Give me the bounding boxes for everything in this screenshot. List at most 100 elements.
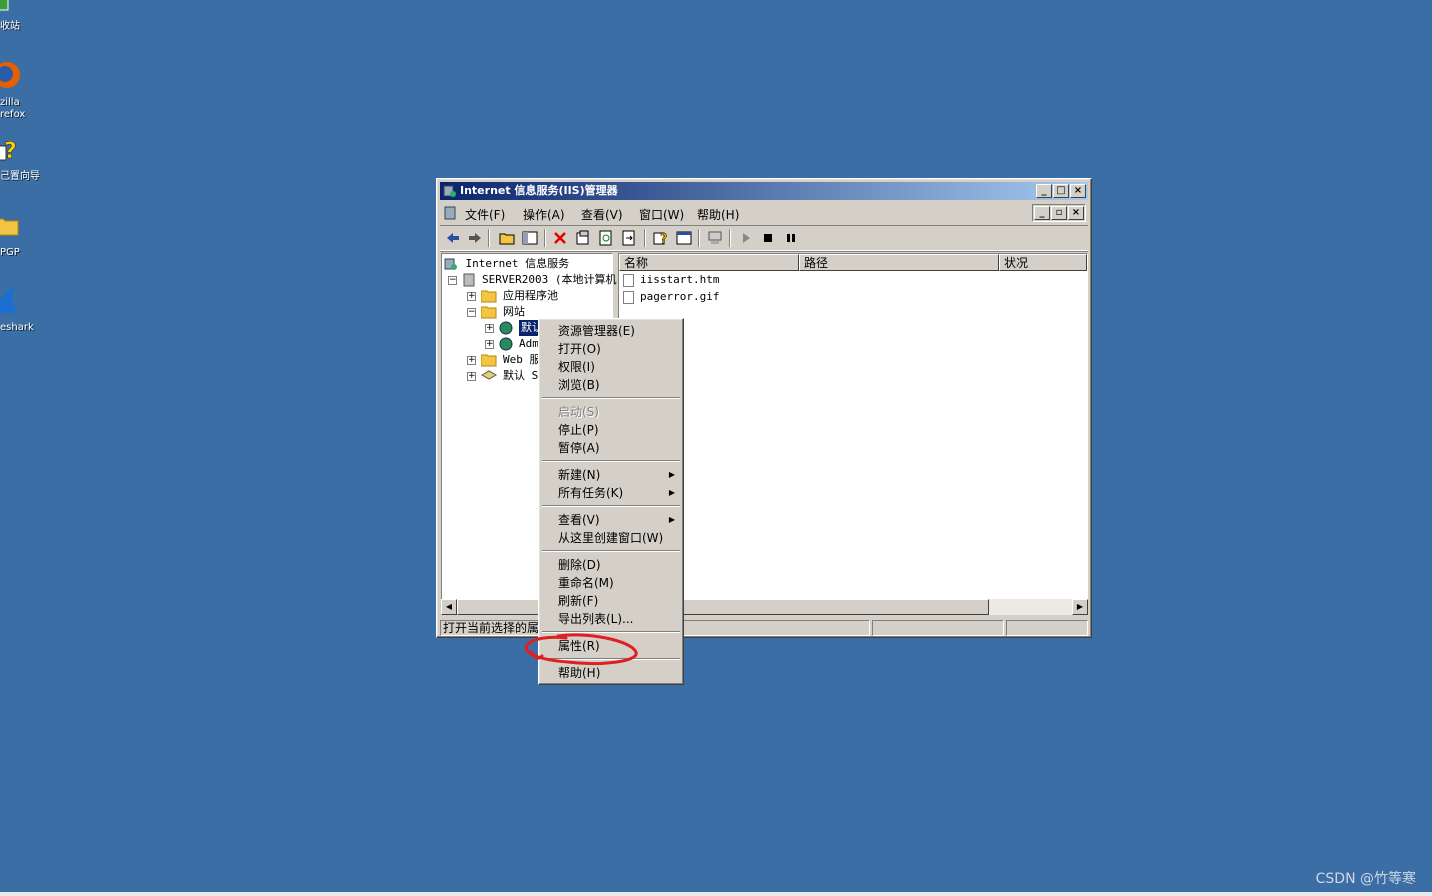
firefox-icon: [0, 62, 20, 88]
stop-icon[interactable]: [759, 229, 777, 247]
tree-label: Web 服: [503, 353, 541, 366]
help-icon[interactable]: ?: [652, 229, 670, 247]
child-minimize-button[interactable]: _: [1034, 206, 1050, 220]
iis-manager-window: Internet 信息服务(IIS)管理器 _ □ × 文件(F) 操作(A) …: [436, 178, 1092, 638]
tree-label: Adm: [519, 337, 539, 350]
tree-item-iis-root[interactable]: Internet 信息服务: [444, 256, 569, 272]
column-header-status[interactable]: 状况: [999, 254, 1087, 271]
list-item[interactable]: iisstart.htm: [623, 272, 719, 288]
iis-app-icon: [443, 185, 456, 197]
column-header-path[interactable]: 路径: [799, 254, 999, 271]
scroll-right-button[interactable]: ▶: [1072, 599, 1088, 615]
menu-item-all-tasks[interactable]: 所有任务(K) ▶: [541, 484, 681, 502]
export-list-icon[interactable]: [620, 229, 638, 247]
list-item[interactable]: pagerror.gif: [623, 289, 719, 305]
wireshark-icon: [0, 287, 18, 313]
window-titlebar[interactable]: Internet 信息服务(IIS)管理器 _ □ ×: [440, 182, 1088, 200]
menu-item-new-window-from-here[interactable]: 从这里创建窗口(W): [541, 529, 681, 547]
menu-item-export-list[interactable]: 导出列表(L)...: [541, 610, 681, 628]
menu-window[interactable]: 窗口(W): [639, 206, 684, 223]
menu-view[interactable]: 查看(V): [581, 206, 623, 223]
server-icon: [463, 273, 475, 287]
scroll-thumb[interactable]: [457, 599, 989, 615]
result-list[interactable]: 名称 路径 状况 iisstart.htm pagerror.gif: [618, 253, 1088, 613]
menu-item-label: 查看(V): [558, 513, 600, 527]
expand-toggle[interactable]: +: [467, 372, 476, 381]
bottom-strip: [0, 892, 1432, 896]
desktop-icon-label: 收站: [0, 21, 20, 32]
expand-toggle[interactable]: +: [467, 292, 476, 301]
tree-label: 网站: [503, 305, 525, 318]
close-button[interactable]: ×: [1070, 184, 1086, 198]
show-tree-icon[interactable]: [521, 229, 539, 247]
toolbar-separator: [544, 229, 546, 247]
file-name: iisstart.htm: [640, 273, 720, 286]
minimize-button[interactable]: _: [1036, 184, 1052, 198]
collapse-toggle[interactable]: −: [467, 308, 476, 317]
svg-text:?: ?: [660, 232, 668, 247]
menu-separator: [542, 505, 680, 507]
menu-item-start: 启动(S): [558, 405, 599, 419]
menu-item-pause[interactable]: 暂停(A): [541, 439, 681, 457]
desktop-icon-label: eshark: [0, 322, 34, 333]
window-title: Internet 信息服务(IIS)管理器: [460, 184, 618, 197]
new-window-icon[interactable]: [675, 229, 693, 247]
scroll-left-button[interactable]: ◀: [441, 599, 457, 615]
menu-separator: [542, 397, 680, 399]
refresh-icon[interactable]: [597, 229, 615, 247]
iis-icon: [444, 258, 457, 270]
menu-help[interactable]: 帮助(H): [697, 206, 739, 223]
menu-item-delete[interactable]: 删除(D): [541, 556, 681, 574]
child-close-button[interactable]: ×: [1068, 206, 1084, 220]
menu-item-permissions[interactable]: 权限(I): [541, 358, 681, 376]
start-icon[interactable]: [737, 229, 755, 247]
up-level-icon[interactable]: [498, 229, 516, 247]
menu-item-refresh[interactable]: 刷新(F): [541, 592, 681, 610]
menu-separator: [542, 460, 680, 462]
folder-icon: [481, 354, 497, 367]
toolbar-separator: [644, 229, 646, 247]
menu-item-rename[interactable]: 重命名(M): [541, 574, 681, 592]
desktop-icon-label: zilla refox: [0, 97, 26, 120]
globe-icon: [499, 337, 513, 351]
submenu-arrow-icon: ▶: [668, 470, 675, 479]
svg-text:?: ?: [4, 139, 17, 164]
expand-toggle[interactable]: +: [485, 340, 494, 349]
submenu-arrow-icon: ▶: [668, 515, 675, 524]
collapse-toggle[interactable]: −: [448, 276, 457, 285]
menu-item-view[interactable]: 查看(V) ▶: [541, 511, 681, 529]
menu-item-explorer[interactable]: 资源管理器(E): [541, 322, 681, 340]
toolbar-separator: [488, 229, 490, 247]
column-header-name[interactable]: 名称: [619, 254, 799, 271]
menu-bar: 文件(F) 操作(A) 查看(V) 窗口(W) 帮助(H) _ ▫ ×: [440, 202, 1088, 224]
computer-icon[interactable]: [706, 229, 724, 247]
status-cell: [680, 620, 870, 636]
menu-item-browse[interactable]: 浏览(B): [541, 376, 681, 394]
properties-icon[interactable]: [574, 229, 592, 247]
toolbar: ?: [440, 225, 1088, 251]
recycle-bin-icon: [0, 0, 9, 11]
menu-file[interactable]: 文件(F): [465, 206, 505, 223]
back-icon[interactable]: [444, 229, 462, 247]
expand-toggle[interactable]: +: [485, 324, 494, 333]
toolbar-separator: [729, 229, 731, 247]
status-cell: [872, 620, 1004, 636]
menu-action[interactable]: 操作(A): [523, 206, 565, 223]
toolbar-separator: [698, 229, 700, 247]
document-icon: [623, 290, 634, 304]
child-restore-button[interactable]: ▫: [1051, 206, 1067, 220]
annotation-circle: [524, 633, 638, 665]
maximize-button[interactable]: □: [1053, 184, 1069, 198]
forward-icon[interactable]: [466, 229, 484, 247]
document-icon: [623, 273, 634, 287]
folder-icon: [481, 290, 497, 303]
expand-toggle[interactable]: +: [467, 356, 476, 365]
menu-item-stop[interactable]: 停止(P): [541, 421, 681, 439]
tree-label: SERVER2003 (本地计算机: [482, 273, 617, 286]
pause-icon[interactable]: [782, 229, 800, 247]
menu-item-new[interactable]: 新建(N) ▶: [541, 466, 681, 484]
delete-icon[interactable]: [551, 229, 569, 247]
globe-icon: [499, 321, 513, 335]
menu-item-open[interactable]: 打开(O): [541, 340, 681, 358]
status-cell: [1006, 620, 1088, 636]
